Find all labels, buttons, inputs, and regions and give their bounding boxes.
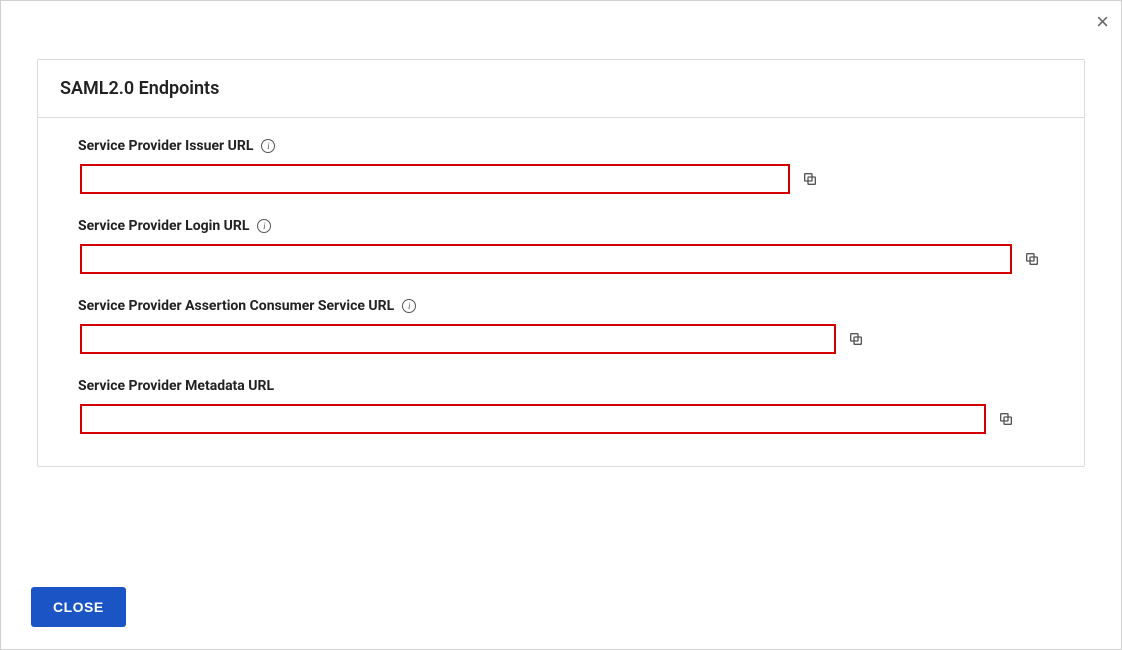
field-input-row xyxy=(78,324,1044,354)
field-input-row xyxy=(78,244,1044,274)
copy-icon xyxy=(1024,251,1040,267)
panel-title: SAML2.0 Endpoints xyxy=(60,78,1062,99)
field-label-row: Service Provider Login URL i xyxy=(78,218,1044,234)
acs-url-value-box[interactable] xyxy=(80,324,836,354)
field-label-row: Service Provider Assertion Consumer Serv… xyxy=(78,298,1044,314)
info-icon[interactable]: i xyxy=(402,299,416,313)
copy-issuer-button[interactable] xyxy=(800,169,820,189)
saml-endpoints-dialog: × SAML2.0 Endpoints Service Provider Iss… xyxy=(1,1,1121,649)
copy-icon xyxy=(802,171,818,187)
acs-url-label: Service Provider Assertion Consumer Serv… xyxy=(78,298,394,314)
copy-icon xyxy=(848,331,864,347)
panel-body: Service Provider Issuer URL i Ser xyxy=(38,118,1084,466)
copy-icon xyxy=(998,411,1014,427)
copy-metadata-button[interactable] xyxy=(996,409,1016,429)
dialog-footer: CLOSE xyxy=(31,587,126,627)
metadata-url-value-box[interactable] xyxy=(80,404,986,434)
metadata-url-label: Service Provider Metadata URL xyxy=(78,378,274,394)
dialog-close-x[interactable]: × xyxy=(1096,11,1109,33)
issuer-url-label: Service Provider Issuer URL xyxy=(78,138,253,154)
close-button[interactable]: CLOSE xyxy=(31,587,126,627)
info-icon[interactable]: i xyxy=(257,219,271,233)
field-issuer-url: Service Provider Issuer URL i xyxy=(78,138,1044,194)
field-login-url: Service Provider Login URL i xyxy=(78,218,1044,274)
login-url-value-box[interactable] xyxy=(80,244,1012,274)
copy-acs-button[interactable] xyxy=(846,329,866,349)
endpoints-panel: SAML2.0 Endpoints Service Provider Issue… xyxy=(37,59,1085,467)
issuer-url-value-box[interactable] xyxy=(80,164,790,194)
field-acs-url: Service Provider Assertion Consumer Serv… xyxy=(78,298,1044,354)
field-label-row: Service Provider Metadata URL xyxy=(78,378,1044,394)
field-input-row xyxy=(78,404,1044,434)
panel-header: SAML2.0 Endpoints xyxy=(38,60,1084,118)
login-url-label: Service Provider Login URL xyxy=(78,218,249,234)
field-input-row xyxy=(78,164,1044,194)
copy-login-button[interactable] xyxy=(1022,249,1042,269)
field-metadata-url: Service Provider Metadata URL xyxy=(78,378,1044,434)
info-icon[interactable]: i xyxy=(261,139,275,153)
field-label-row: Service Provider Issuer URL i xyxy=(78,138,1044,154)
